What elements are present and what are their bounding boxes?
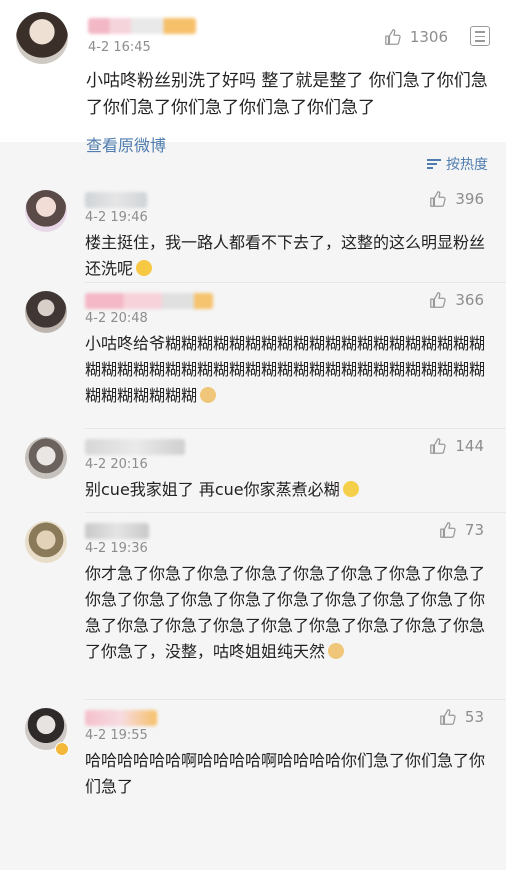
- post-like-button[interactable]: 1306: [384, 28, 448, 46]
- commenter-avatar[interactable]: [25, 521, 67, 563]
- thumbs-up-icon: [430, 292, 447, 308]
- post-author-avatar[interactable]: [16, 12, 68, 64]
- comment-time: 4-2 19:36: [85, 541, 148, 556]
- scared-face-emoji-icon: [342, 481, 359, 497]
- commenter-name-blurred[interactable]: [85, 439, 185, 455]
- sort-by-hotness-button[interactable]: 按热度: [427, 154, 488, 174]
- thumbs-up-icon: [430, 191, 447, 207]
- post-header: 4-2 16:45 1306: [16, 12, 490, 64]
- comment-time: 4-2 19:55: [85, 728, 148, 743]
- comment-like-button[interactable]: 73: [439, 521, 484, 539]
- more-options-button[interactable]: [470, 26, 490, 46]
- thumbs-up-icon: [440, 709, 456, 725]
- comment-like-count: 396: [455, 190, 484, 208]
- comment-time: 4-2 20:16: [85, 457, 148, 472]
- comment-item: 4-2 19:55 53 哈哈哈哈哈哈啊哈哈哈哈啊哈哈哈哈你们急了你们急了你们急…: [0, 700, 506, 810]
- commenter-name-blurred[interactable]: [85, 192, 147, 208]
- thumbs-up-icon: [430, 438, 447, 454]
- comment-like-count: 73: [464, 521, 484, 539]
- commenter-name-blurred[interactable]: [85, 293, 213, 309]
- post-author-name-blurred[interactable]: [88, 18, 196, 34]
- sort-label: 按热度: [446, 157, 488, 173]
- commenter-name-blurred[interactable]: [85, 710, 157, 726]
- verified-badge-icon: [55, 742, 69, 756]
- comment-item: 4-2 19:36 73 你才急了你急了你急了你急了你急了你急了你急了你急了你急…: [0, 513, 506, 699]
- comment-like-button[interactable]: 53: [439, 708, 484, 726]
- doge-emoji-icon: [328, 643, 345, 659]
- post-like-count: 1306: [409, 28, 448, 46]
- original-post: 4-2 16:45 1306 小咕咚粉丝别洗了好吗 整了就是整了 你们急了你们急…: [0, 0, 506, 155]
- comment-like-button[interactable]: 366: [429, 291, 484, 309]
- sweat-smile-emoji-icon: [136, 260, 153, 276]
- comment-like-count: 144: [455, 437, 484, 455]
- comment-item: 4-2 19:46 396 楼主挺住，我一路人都看不下去了，这整的这么明显粉丝还…: [0, 182, 506, 282]
- post-text: 小咕咚粉丝别洗了好吗 整了就是整了 你们急了你们急了你们急了你们急了你们急了你们…: [86, 71, 488, 118]
- thumbs-up-icon: [384, 29, 401, 45]
- commenter-avatar[interactable]: [25, 437, 67, 479]
- comment-like-count: 366: [455, 291, 484, 309]
- comment-like-count: 53: [464, 708, 484, 726]
- comment-item: 4-2 20:48 366 小咕咚给爷糊糊糊糊糊糊糊糊糊糊糊糊糊糊糊糊糊糊糊糊糊…: [0, 283, 506, 428]
- comment-time: 4-2 20:48: [85, 311, 148, 326]
- comment-sort-bar: 按热度: [0, 142, 506, 182]
- thumbs-up-icon: [440, 522, 456, 538]
- comment-time: 4-2 19:46: [85, 210, 148, 225]
- comment-like-button[interactable]: 144: [429, 437, 484, 455]
- sort-icon: [427, 158, 441, 170]
- comment-item: 4-2 20:16 144 别cue我家姐了 再cue你家蒸煮必糊: [0, 429, 506, 512]
- commenter-avatar[interactable]: [25, 190, 67, 232]
- commenter-avatar[interactable]: [25, 291, 67, 333]
- comment-like-button[interactable]: 396: [429, 190, 484, 208]
- post-time: 4-2 16:45: [88, 40, 151, 55]
- doge-emoji-icon: [200, 387, 217, 403]
- commenter-name-blurred[interactable]: [85, 523, 149, 539]
